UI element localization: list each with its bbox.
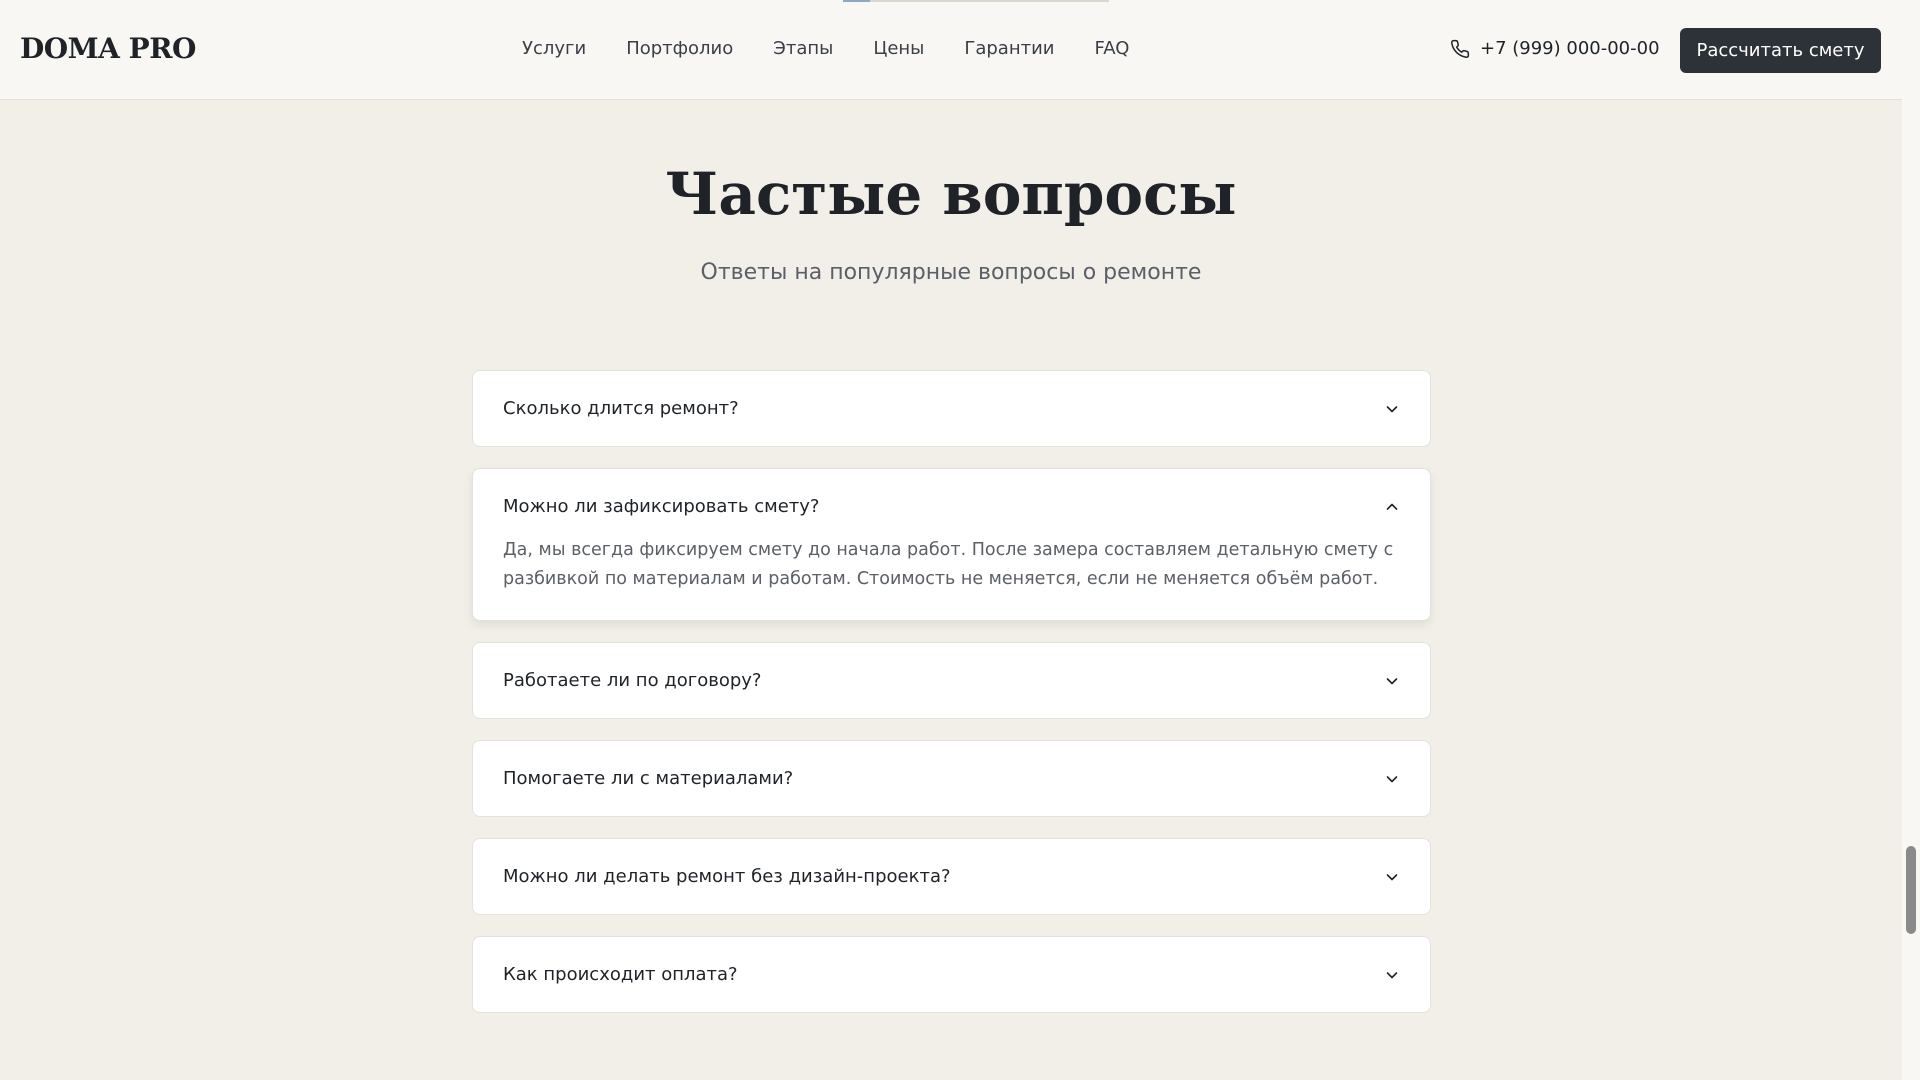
chevron-down-icon [1386,775,1398,782]
faq-question: Можно ли зафиксировать смету? [503,496,820,517]
nav-item-faq[interactable]: FAQ [1095,38,1130,59]
faq-question-toggle[interactable]: Как происходит оплата? [473,937,1430,1012]
faq-question: Работаете ли по договору? [503,670,762,691]
nav-item-services[interactable]: Услуги [522,38,586,59]
nav-item-stages[interactable]: Этапы [773,38,833,59]
faq-question: Можно ли делать ремонт без дизайн-проект… [503,866,951,887]
nav-item-portfolio[interactable]: Портфолио [626,38,733,59]
faq-question-toggle[interactable]: Можно ли зафиксировать смету? [473,469,1430,544]
faq-item: Сколько длится ремонт? [472,370,1431,447]
scroll-progress-bar [843,0,1109,2]
faq-item: Работаете ли по договору? [472,642,1431,719]
faq-question-toggle[interactable]: Сколько длится ремонт? [473,371,1430,446]
faq-item-open: Можно ли зафиксировать смету? Да, мы все… [472,468,1431,621]
faq-question: Сколько длится ремонт? [503,398,739,419]
chevron-down-icon [1386,677,1398,684]
nav-item-prices[interactable]: Цены [873,38,924,59]
faq-item: Помогаете ли с материалами? [472,740,1431,817]
calculate-estimate-button[interactable]: Рассчитать смету [1680,28,1881,73]
faq-question: Помогаете ли с материалами? [503,768,794,789]
nav-item-guarantees[interactable]: Гарантии [964,38,1054,59]
phone-number[interactable]: +7 (999) 000-00-00 [1480,38,1660,59]
chevron-up-icon [1386,503,1398,510]
main-nav: Услуги Портфолио Этапы Цены Гарантии FAQ [522,38,1129,59]
scrollbar-thumb[interactable] [1906,846,1916,934]
chevron-down-icon [1386,971,1398,978]
faq-list: Сколько длится ремонт? Можно ли зафиксир… [472,370,1431,1034]
page: DOMA PRO Услуги Портфолио Этапы Цены Гар… [0,0,1920,1080]
logo[interactable]: DOMA PRO [20,32,196,65]
faq-item: Можно ли делать ремонт без дизайн-проект… [472,838,1431,915]
site-header: DOMA PRO Услуги Портфолио Этапы Цены Гар… [0,0,1902,100]
faq-question-toggle[interactable]: Помогаете ли с материалами? [473,741,1430,816]
faq-question-toggle[interactable]: Работаете ли по договору? [473,643,1430,718]
faq-question-toggle[interactable]: Можно ли делать ремонт без дизайн-проект… [473,839,1430,914]
phone-icon [1451,39,1470,58]
phone-link[interactable]: +7 (999) 000-00-00 [1450,38,1660,59]
faq-subtitle: Ответы на популярные вопросы о ремонте [700,260,1202,285]
chevron-down-icon [1386,873,1398,880]
scroll-progress-fill [843,0,870,2]
faq-answer: Да, мы всегда фиксируем смету до начала … [503,540,1394,589]
faq-question: Как происходит оплата? [503,964,738,985]
chevron-down-icon [1386,405,1398,412]
faq-item: Как происходит оплата? [472,936,1431,1013]
faq-title: Частые вопросы [665,160,1237,228]
